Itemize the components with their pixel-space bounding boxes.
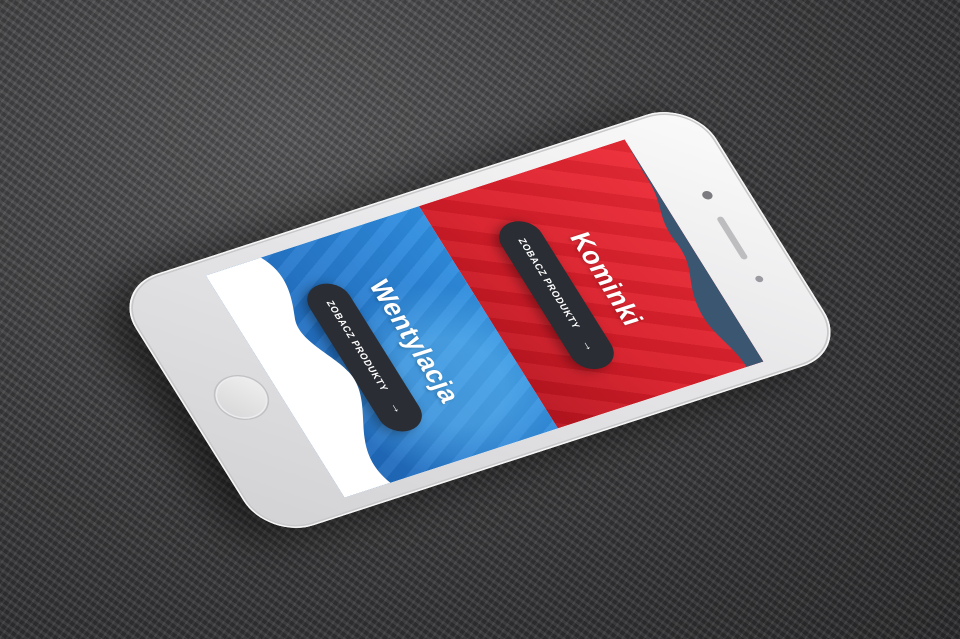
proximity-sensor-icon: [753, 274, 765, 283]
phone-screen: Kominki ZOBACZ PRODUKTY → Wentylacja ZOB…: [205, 138, 764, 498]
arrow-right-icon: →: [578, 337, 599, 354]
earpiece-speaker: [716, 215, 749, 260]
phone-mockup: Kominki ZOBACZ PRODUKTY → Wentylacja ZOB…: [110, 99, 850, 540]
header-wave: [624, 138, 764, 367]
phone-body: Kominki ZOBACZ PRODUKTY → Wentylacja ZOB…: [110, 99, 850, 540]
front-camera-icon: [700, 189, 715, 201]
home-button[interactable]: [203, 367, 280, 427]
bottom-wave: [205, 257, 391, 498]
